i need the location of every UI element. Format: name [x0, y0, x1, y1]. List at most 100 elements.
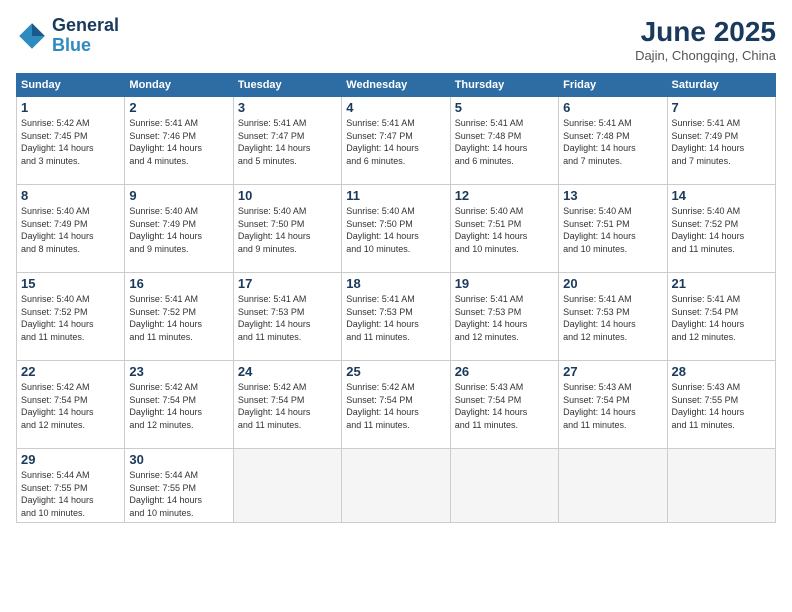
day-number: 30: [129, 452, 228, 467]
calendar-cell: 13 Sunrise: 5:40 AM Sunset: 7:51 PM Dayli…: [559, 185, 667, 273]
calendar-cell: 12 Sunrise: 5:40 AM Sunset: 7:51 PM Dayli…: [450, 185, 558, 273]
day-number: 26: [455, 364, 554, 379]
calendar-cell: [559, 449, 667, 523]
weekday-header-wednesday: Wednesday: [342, 74, 450, 97]
day-info: Sunrise: 5:43 AM Sunset: 7:54 PM Dayligh…: [563, 381, 662, 431]
calendar-cell: 4 Sunrise: 5:41 AM Sunset: 7:47 PM Daylig…: [342, 97, 450, 185]
calendar-cell: 1 Sunrise: 5:42 AM Sunset: 7:45 PM Daylig…: [17, 97, 125, 185]
day-info: Sunrise: 5:40 AM Sunset: 7:49 PM Dayligh…: [129, 205, 228, 255]
day-info: Sunrise: 5:44 AM Sunset: 7:55 PM Dayligh…: [21, 469, 120, 519]
logo-line2: Blue: [52, 36, 119, 56]
weekday-header-saturday: Saturday: [667, 74, 775, 97]
calendar-page: General Blue June 2025 Dajin, Chongqing,…: [0, 0, 792, 612]
calendar-cell: 19Sunrise: 5:41 AM Sunset: 7:53 PM Dayli…: [450, 273, 558, 361]
day-info: Sunrise: 5:43 AM Sunset: 7:54 PM Dayligh…: [455, 381, 554, 431]
day-number: 23: [129, 364, 228, 379]
day-number: 10: [238, 188, 337, 203]
calendar-cell: 3 Sunrise: 5:41 AM Sunset: 7:47 PM Daylig…: [233, 97, 341, 185]
calendar-cell: 20 Sunrise: 5:41 AM Sunset: 7:53 PM Dayli…: [559, 273, 667, 361]
logo: General Blue: [16, 16, 119, 56]
day-number: 12: [455, 188, 554, 203]
calendar-table: SundayMondayTuesdayWednesdayThursdayFrid…: [16, 73, 776, 523]
calendar-cell: [667, 449, 775, 523]
calendar-cell: 29Sunrise: 5:44 AM Sunset: 7:55 PM Dayli…: [17, 449, 125, 523]
calendar-cell: 21 Sunrise: 5:41 AM Sunset: 7:54 PM Dayli…: [667, 273, 775, 361]
day-info: Sunrise: 5:41 AM Sunset: 7:46 PM Dayligh…: [129, 117, 228, 167]
day-info: Sunrise: 5:41 AM Sunset: 7:49 PM Dayligh…: [672, 117, 771, 167]
day-info: Sunrise: 5:42 AM Sunset: 7:45 PM Dayligh…: [21, 117, 120, 167]
day-info: Sunrise: 5:40 AM Sunset: 7:49 PM Dayligh…: [21, 205, 120, 255]
day-number: 27: [563, 364, 662, 379]
week-row-1: 8 Sunrise: 5:40 AM Sunset: 7:49 PM Daylig…: [17, 185, 776, 273]
day-info: Sunrise: 5:40 AM Sunset: 7:52 PM Dayligh…: [672, 205, 771, 255]
day-info: Sunrise: 5:41 AM Sunset: 7:52 PM Dayligh…: [129, 293, 228, 343]
header: General Blue June 2025 Dajin, Chongqing,…: [16, 16, 776, 63]
day-info: Sunrise: 5:41 AM Sunset: 7:48 PM Dayligh…: [563, 117, 662, 167]
calendar-cell: 11 Sunrise: 5:40 AM Sunset: 7:50 PM Dayli…: [342, 185, 450, 273]
week-row-3: 22 Sunrise: 5:42 AM Sunset: 7:54 PM Dayli…: [17, 361, 776, 449]
calendar-cell: [342, 449, 450, 523]
day-info: Sunrise: 5:41 AM Sunset: 7:47 PM Dayligh…: [346, 117, 445, 167]
day-number: 15: [21, 276, 120, 291]
day-number: 9: [129, 188, 228, 203]
day-info: Sunrise: 5:41 AM Sunset: 7:48 PM Dayligh…: [455, 117, 554, 167]
logo-line1: General: [52, 16, 119, 36]
calendar-cell: 7 Sunrise: 5:41 AM Sunset: 7:49 PM Daylig…: [667, 97, 775, 185]
day-info: Sunrise: 5:42 AM Sunset: 7:54 PM Dayligh…: [21, 381, 120, 431]
calendar-cell: 8 Sunrise: 5:40 AM Sunset: 7:49 PM Daylig…: [17, 185, 125, 273]
day-number: 8: [21, 188, 120, 203]
day-number: 22: [21, 364, 120, 379]
month-title: June 2025: [635, 16, 776, 48]
calendar-cell: 27 Sunrise: 5:43 AM Sunset: 7:54 PM Dayli…: [559, 361, 667, 449]
day-info: Sunrise: 5:41 AM Sunset: 7:53 PM Dayligh…: [455, 293, 554, 343]
calendar-cell: 10 Sunrise: 5:40 AM Sunset: 7:50 PM Dayli…: [233, 185, 341, 273]
weekday-header-row: SundayMondayTuesdayWednesdayThursdayFrid…: [17, 74, 776, 97]
calendar-cell: 26 Sunrise: 5:43 AM Sunset: 7:54 PM Dayli…: [450, 361, 558, 449]
day-info: Sunrise: 5:40 AM Sunset: 7:51 PM Dayligh…: [455, 205, 554, 255]
day-info: Sunrise: 5:40 AM Sunset: 7:50 PM Dayligh…: [238, 205, 337, 255]
calendar-cell: 14Sunrise: 5:40 AM Sunset: 7:52 PM Dayli…: [667, 185, 775, 273]
calendar-cell: 28Sunrise: 5:43 AM Sunset: 7:55 PM Dayli…: [667, 361, 775, 449]
calendar-cell: 30 Sunrise: 5:44 AM Sunset: 7:55 PM Dayli…: [125, 449, 233, 523]
day-number: 13: [563, 188, 662, 203]
day-number: 5: [455, 100, 554, 115]
calendar-cell: 23 Sunrise: 5:42 AM Sunset: 7:54 PM Dayli…: [125, 361, 233, 449]
week-row-2: 15 Sunrise: 5:40 AM Sunset: 7:52 PM Dayli…: [17, 273, 776, 361]
day-info: Sunrise: 5:40 AM Sunset: 7:52 PM Dayligh…: [21, 293, 120, 343]
day-info: Sunrise: 5:41 AM Sunset: 7:53 PM Dayligh…: [563, 293, 662, 343]
day-info: Sunrise: 5:40 AM Sunset: 7:50 PM Dayligh…: [346, 205, 445, 255]
day-number: 2: [129, 100, 228, 115]
calendar-cell: 5 Sunrise: 5:41 AM Sunset: 7:48 PM Daylig…: [450, 97, 558, 185]
day-number: 11: [346, 188, 445, 203]
week-row-4: 29Sunrise: 5:44 AM Sunset: 7:55 PM Dayli…: [17, 449, 776, 523]
day-number: 18: [346, 276, 445, 291]
day-info: Sunrise: 5:42 AM Sunset: 7:54 PM Dayligh…: [346, 381, 445, 431]
weekday-header-friday: Friday: [559, 74, 667, 97]
day-number: 16: [129, 276, 228, 291]
weekday-header-sunday: Sunday: [17, 74, 125, 97]
calendar-cell: 16 Sunrise: 5:41 AM Sunset: 7:52 PM Dayli…: [125, 273, 233, 361]
day-info: Sunrise: 5:41 AM Sunset: 7:47 PM Dayligh…: [238, 117, 337, 167]
day-number: 17: [238, 276, 337, 291]
day-number: 6: [563, 100, 662, 115]
calendar-cell: 24Sunrise: 5:42 AM Sunset: 7:54 PM Dayli…: [233, 361, 341, 449]
day-number: 21: [672, 276, 771, 291]
day-info: Sunrise: 5:41 AM Sunset: 7:54 PM Dayligh…: [672, 293, 771, 343]
week-row-0: 1 Sunrise: 5:42 AM Sunset: 7:45 PM Daylig…: [17, 97, 776, 185]
weekday-header-monday: Monday: [125, 74, 233, 97]
calendar-cell: [450, 449, 558, 523]
day-number: 3: [238, 100, 337, 115]
calendar-cell: 15 Sunrise: 5:40 AM Sunset: 7:52 PM Dayli…: [17, 273, 125, 361]
day-number: 7: [672, 100, 771, 115]
day-number: 28: [672, 364, 771, 379]
day-info: Sunrise: 5:42 AM Sunset: 7:54 PM Dayligh…: [129, 381, 228, 431]
day-number: 1: [21, 100, 120, 115]
calendar-cell: 17 Sunrise: 5:41 AM Sunset: 7:53 PM Dayli…: [233, 273, 341, 361]
day-number: 20: [563, 276, 662, 291]
day-info: Sunrise: 5:44 AM Sunset: 7:55 PM Dayligh…: [129, 469, 228, 519]
weekday-header-thursday: Thursday: [450, 74, 558, 97]
location: Dajin, Chongqing, China: [635, 48, 776, 63]
day-number: 4: [346, 100, 445, 115]
day-info: Sunrise: 5:41 AM Sunset: 7:53 PM Dayligh…: [238, 293, 337, 343]
day-info: Sunrise: 5:40 AM Sunset: 7:51 PM Dayligh…: [563, 205, 662, 255]
